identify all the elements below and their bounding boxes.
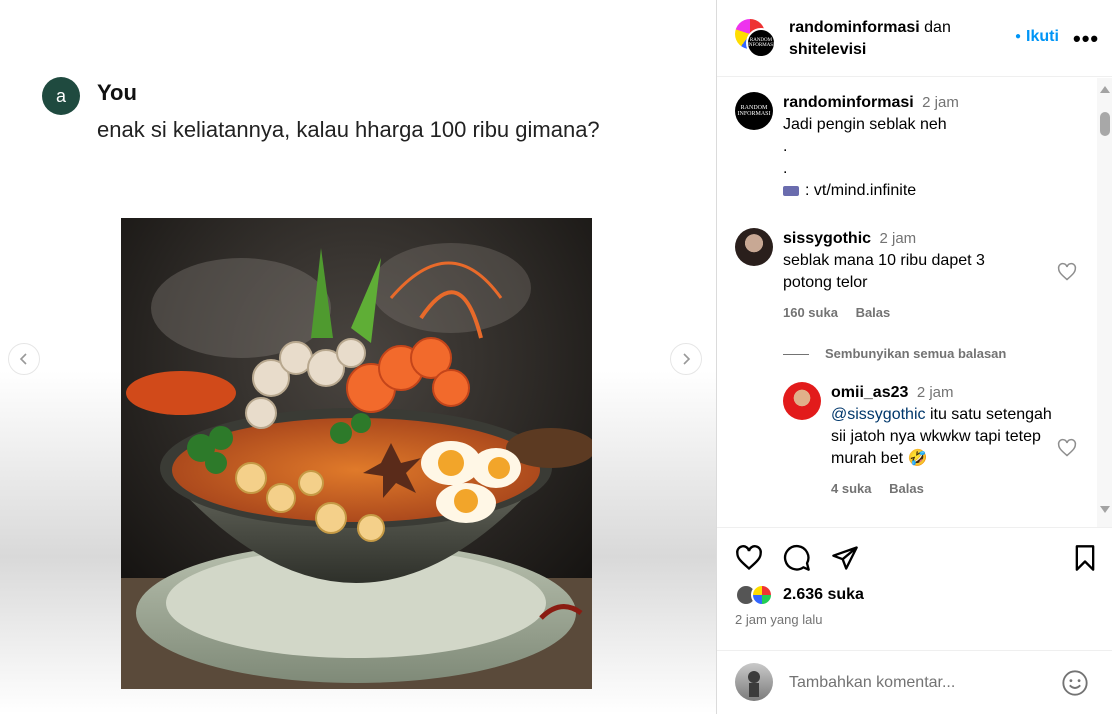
comment-time[interactable]: 2 jam	[917, 384, 954, 401]
seblak-food-image	[121, 218, 592, 689]
comment-time[interactable]: 2 jam	[922, 94, 959, 111]
camera-icon	[783, 185, 799, 196]
bookmark-icon[interactable]	[1071, 544, 1099, 572]
caption-dot: .	[783, 160, 788, 177]
comment-text: seblak mana 10 ribu dapet 3 potong telor	[783, 252, 985, 291]
author-connector: dan	[924, 19, 951, 36]
hide-replies-label: Sembunyikan semua balasan	[825, 346, 1007, 361]
chevron-left-icon	[19, 353, 27, 365]
comment-username[interactable]: sissygothic	[783, 230, 871, 247]
add-comment-bar	[717, 650, 1112, 714]
share-icon[interactable]	[831, 544, 859, 572]
likes-row: 2.636 suka	[735, 584, 1095, 608]
coauthor-name[interactable]: shitelevisi	[789, 41, 866, 58]
chevron-right-icon	[683, 353, 691, 365]
comment-meta: 4 suka Balas	[831, 478, 1061, 500]
current-user-avatar	[735, 663, 773, 701]
comment-mention[interactable]: @sissygothic	[831, 406, 926, 423]
previous-slide-button[interactable]	[8, 343, 40, 375]
chat-sender-name: You	[97, 80, 137, 105]
laughing-emoji-icon: 🤣	[907, 450, 928, 467]
caption-text: Jadi pengin seblak neh	[783, 116, 947, 133]
reply-button[interactable]: Balas	[889, 481, 924, 496]
author-avatar[interactable]: RANDOM INFORMASI	[746, 28, 776, 58]
comment-input[interactable]	[789, 669, 1039, 697]
comment-icon[interactable]	[783, 544, 811, 572]
commenter-avatar[interactable]	[783, 382, 821, 420]
post-authors: randominformasi dan shitelevisi	[789, 17, 1009, 61]
comment-item: sissygothic 2 jam seblak mana 10 ribu da…	[735, 228, 1065, 328]
comment-username[interactable]: randominformasi	[783, 94, 914, 111]
scroll-thumb[interactable]	[1100, 112, 1110, 136]
like-comment-heart-icon[interactable]	[1057, 262, 1077, 282]
chat-message: enak si keliatannya, kalau hharga 100 ri…	[97, 117, 600, 142]
post-header: RANDOM INFORMASI randominformasi dan shi…	[717, 0, 1112, 77]
caption-credit: : vt/mind.infinite	[805, 182, 917, 199]
comment-text-wrap: @sissygothic itu satu setengah sii jatoh…	[831, 404, 1061, 470]
follow-button[interactable]: ● Ikuti	[1015, 28, 1059, 46]
emoji-icon[interactable]	[1061, 669, 1089, 697]
more-options-icon[interactable]: •••	[1073, 26, 1099, 52]
post-sidebar: RANDOM INFORMASI randominformasi dan shi…	[716, 0, 1112, 714]
caption-dot: .	[783, 138, 788, 155]
author-name[interactable]: randominformasi	[789, 19, 920, 36]
comment-likes[interactable]: 4 suka	[831, 481, 871, 496]
comment-time[interactable]: 2 jam	[879, 230, 916, 247]
like-comment-heart-icon[interactable]	[1057, 438, 1077, 458]
comment-username[interactable]: omii_as23	[831, 384, 908, 401]
caption-comment: RANDOM INFORMASI randominformasi 2 jam J…	[735, 92, 1065, 202]
caption-credit-row: : vt/mind.infinite	[783, 180, 1063, 202]
next-slide-button[interactable]	[670, 343, 702, 375]
commenter-avatar[interactable]	[735, 228, 773, 266]
dot-separator-icon: ●	[1015, 31, 1022, 43]
liker-avatar	[751, 584, 773, 606]
post-media: a You enak si keliatannya, kalau hharga …	[0, 0, 716, 714]
hide-replies-toggle[interactable]: Sembunyikan semua balasan	[783, 346, 1006, 361]
scroll-up-arrow-icon[interactable]	[1100, 86, 1110, 93]
follow-label: Ikuti	[1026, 28, 1059, 45]
heart-icon[interactable]	[735, 544, 763, 572]
divider-line	[783, 354, 809, 356]
comments-scrollbar[interactable]	[1097, 78, 1112, 527]
post-time-ago[interactable]: 2 jam yang lalu	[735, 612, 822, 627]
comments-list[interactable]: RANDOM INFORMASI randominformasi 2 jam J…	[717, 78, 1112, 528]
likes-count[interactable]: 2.636 suka	[783, 586, 864, 604]
comment-meta: 160 suka Balas	[783, 302, 1063, 324]
chat-avatar: a	[42, 77, 80, 115]
comment-likes[interactable]: 160 suka	[783, 305, 838, 320]
scroll-down-arrow-icon[interactable]	[1100, 506, 1110, 513]
reply-button[interactable]: Balas	[856, 305, 891, 320]
author-caption-avatar[interactable]: RANDOM INFORMASI	[735, 92, 773, 130]
post-actions	[717, 540, 1112, 580]
